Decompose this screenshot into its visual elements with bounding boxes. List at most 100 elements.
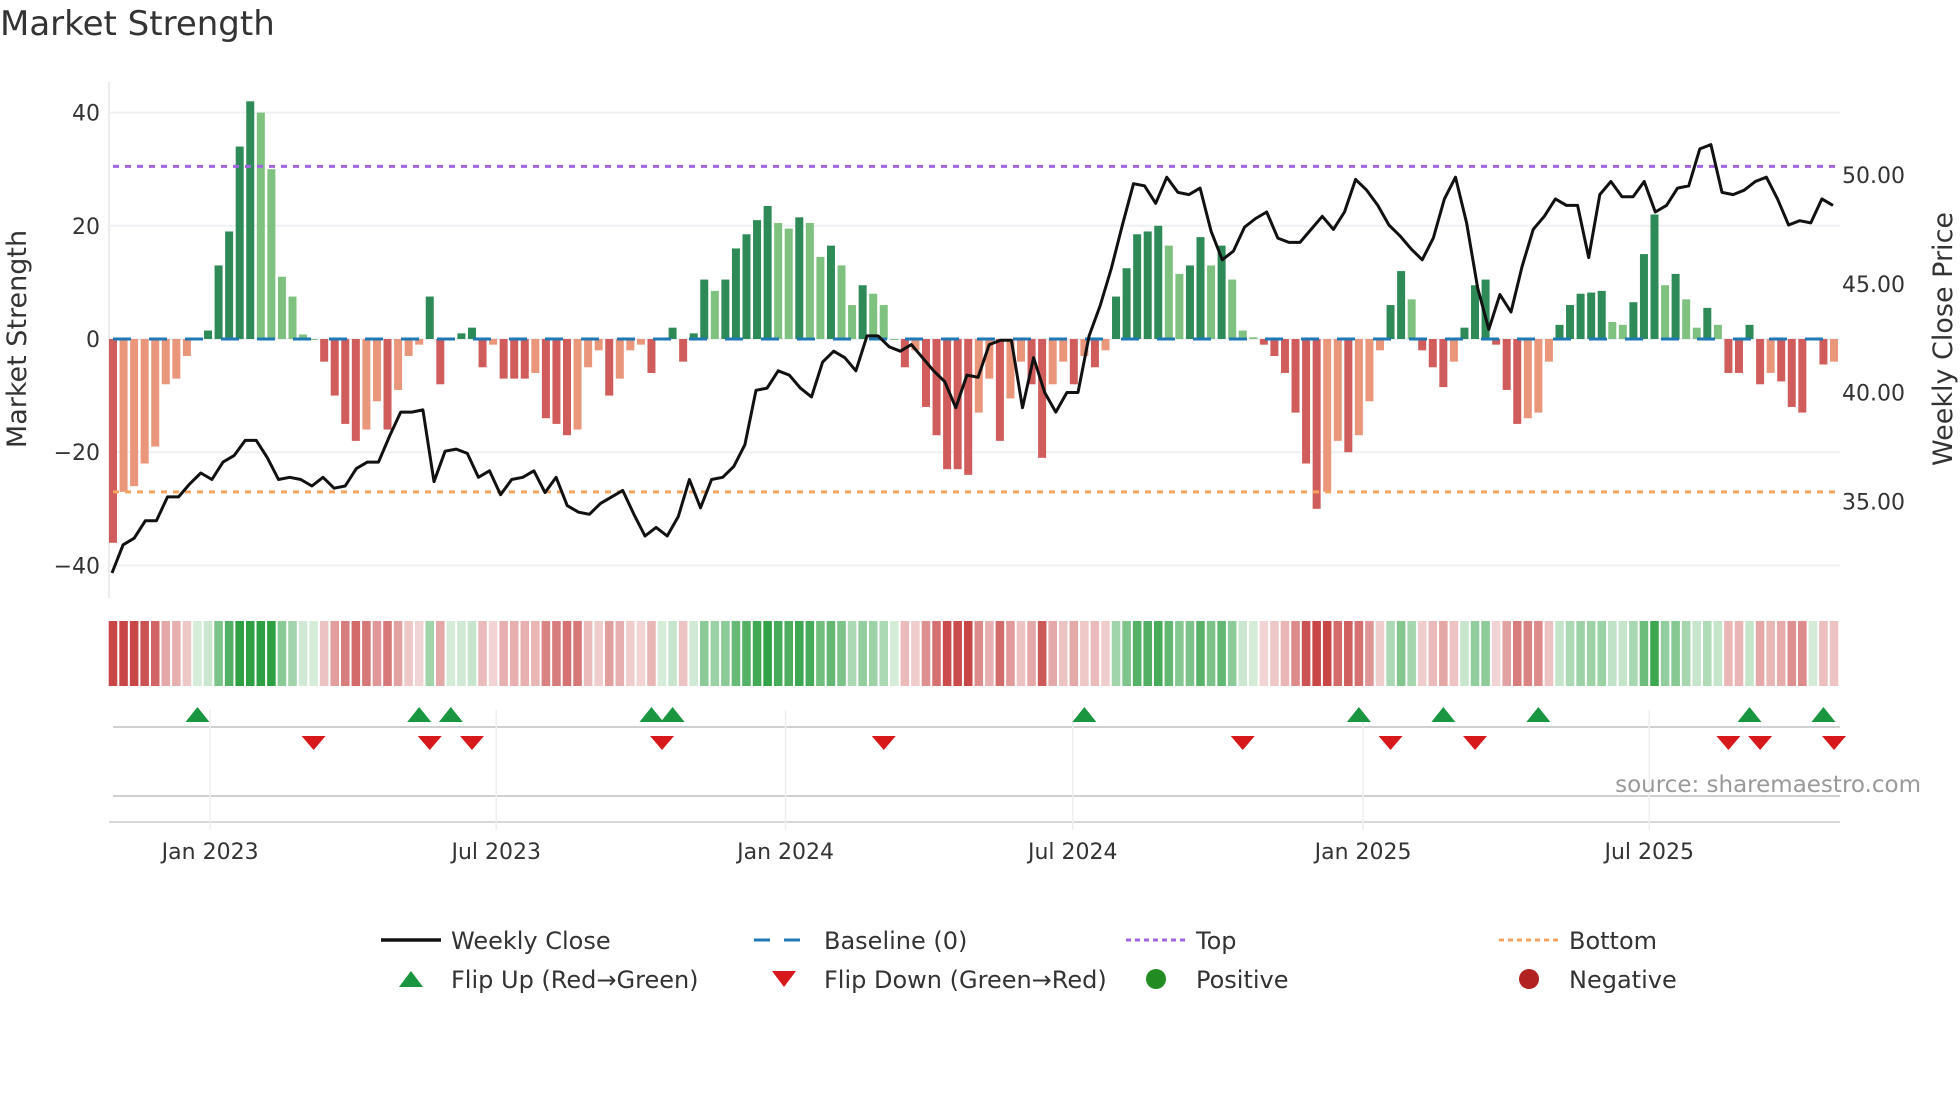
strength-strip-cell: [1798, 621, 1807, 686]
strength-strip-cell: [478, 621, 487, 686]
strength-bar: [890, 339, 899, 340]
strength-strip-cell: [583, 621, 593, 686]
strength-strip-cell: [921, 621, 931, 686]
strength-strip-cell: [1132, 621, 1142, 686]
strength-strip-cell: [1512, 621, 1522, 686]
strength-strip-cell: [1164, 621, 1174, 686]
strength-bar: [425, 296, 434, 339]
strength-bar: [700, 279, 709, 339]
strength-strip-cell: [288, 621, 297, 686]
strength-bar: [858, 285, 867, 339]
strength-strip-cell: [1058, 621, 1068, 686]
strength-strip-cell: [1745, 621, 1754, 686]
strength-bar: [1798, 339, 1807, 413]
chart-figure: Market Strength 40 20 0 −20 −40 50.00 45.00 40.…: [0, 0, 1960, 1102]
strength-bar: [869, 293, 878, 339]
strength-strip-cell: [1787, 621, 1797, 686]
strength-bar: [204, 330, 213, 339]
strength-bar: [394, 339, 403, 390]
strength-strip-cell: [1143, 621, 1152, 686]
strength-strip-cell: [1808, 621, 1818, 686]
strength-strip-cell: [1206, 621, 1216, 686]
strength-strip-cell: [203, 621, 213, 686]
strength-bar: [225, 231, 234, 339]
strength-bar: [1154, 225, 1163, 339]
strength-strip-cell: [636, 621, 646, 686]
x-tick-label: Jul 2024: [1026, 840, 1118, 865]
strength-strip-cell: [1417, 621, 1427, 686]
strength-bar: [531, 339, 540, 373]
strength-strip-cell: [161, 621, 171, 686]
strength-bar: [1692, 327, 1701, 339]
strength-bar: [1048, 339, 1057, 385]
strength-strip-cell: [1122, 621, 1131, 686]
strength-bar: [1270, 339, 1279, 356]
strength-bar: [1745, 324, 1754, 339]
strength-bar: [404, 339, 413, 356]
flip-down-marker: [1748, 736, 1773, 750]
strength-strip-cell: [668, 621, 677, 686]
strength-bar: [753, 220, 762, 339]
strength-bar: [943, 339, 952, 470]
legend-label: Top: [1195, 927, 1237, 955]
strength-bar: [1291, 339, 1300, 413]
strength-bar: [995, 339, 1004, 441]
strength-bar: [151, 339, 160, 447]
strength-strip-cell: [1586, 621, 1596, 686]
strength-bar: [1418, 339, 1427, 351]
strength-strip-cell: [1491, 621, 1501, 686]
strength-bar: [1175, 273, 1184, 339]
strength-bar: [1671, 273, 1680, 339]
strength-strip-cell: [1460, 621, 1469, 686]
flip-down-marker: [1230, 736, 1255, 750]
strength-bar: [1059, 339, 1068, 362]
strength-strip-cell: [731, 621, 741, 686]
strength-bar: [742, 234, 751, 339]
strength-bar: [563, 339, 572, 436]
strength-bar: [1312, 339, 1321, 509]
strength-bar: [1766, 339, 1775, 373]
flip-down-marker: [650, 736, 675, 750]
strength-bar: [1302, 339, 1311, 464]
strength-strip-cell: [1629, 621, 1638, 686]
strength-strip-cell: [1037, 621, 1047, 686]
strength-strip-cell: [657, 621, 667, 686]
strength-bar: [457, 333, 466, 339]
flip-down-marker: [871, 736, 896, 750]
strength-bar: [341, 339, 350, 424]
strength-bar: [1597, 290, 1606, 339]
strength-strip-cell: [457, 621, 466, 686]
strength-strip-cell: [1534, 621, 1543, 686]
strength-strip-cell: [1027, 621, 1036, 686]
strength-strip-cell: [626, 621, 635, 686]
strength-strip-cell: [1439, 621, 1448, 686]
strength-bar: [932, 339, 941, 436]
strength-strip-cell: [1217, 621, 1226, 686]
strength-strip-cell: [235, 621, 244, 686]
strength-strip-cell: [1650, 621, 1659, 686]
strength-bar: [246, 101, 255, 339]
y-tick-label: 0: [86, 328, 100, 353]
strength-strip-cell: [1354, 621, 1364, 686]
strength-bar: [351, 339, 360, 441]
strength-strip-cell: [1227, 621, 1237, 686]
strength-strip-cell: [1312, 621, 1321, 686]
strength-strip-cell: [1301, 621, 1311, 686]
strength-strip-cell: [1069, 621, 1079, 686]
strength-bar: [1629, 302, 1638, 339]
strength-strip-cell: [942, 621, 952, 686]
strength-bar: [119, 339, 128, 492]
strength-bar: [721, 279, 730, 339]
strength-strip-cell: [393, 621, 403, 686]
strength-strip-cell: [1196, 621, 1205, 686]
strength-strip-cell: [1291, 621, 1300, 686]
strength-strip-cell: [1322, 621, 1332, 686]
strength-bar: [1017, 339, 1026, 362]
flip-up-marker: [1737, 707, 1762, 722]
strength-bar: [1439, 339, 1448, 388]
strength-strip-cell: [1048, 621, 1057, 686]
strength-strip-cell: [1344, 621, 1353, 686]
strength-strip-cell: [1819, 621, 1828, 686]
strength-strip-cell: [1703, 621, 1712, 686]
strength-bar: [584, 339, 593, 368]
